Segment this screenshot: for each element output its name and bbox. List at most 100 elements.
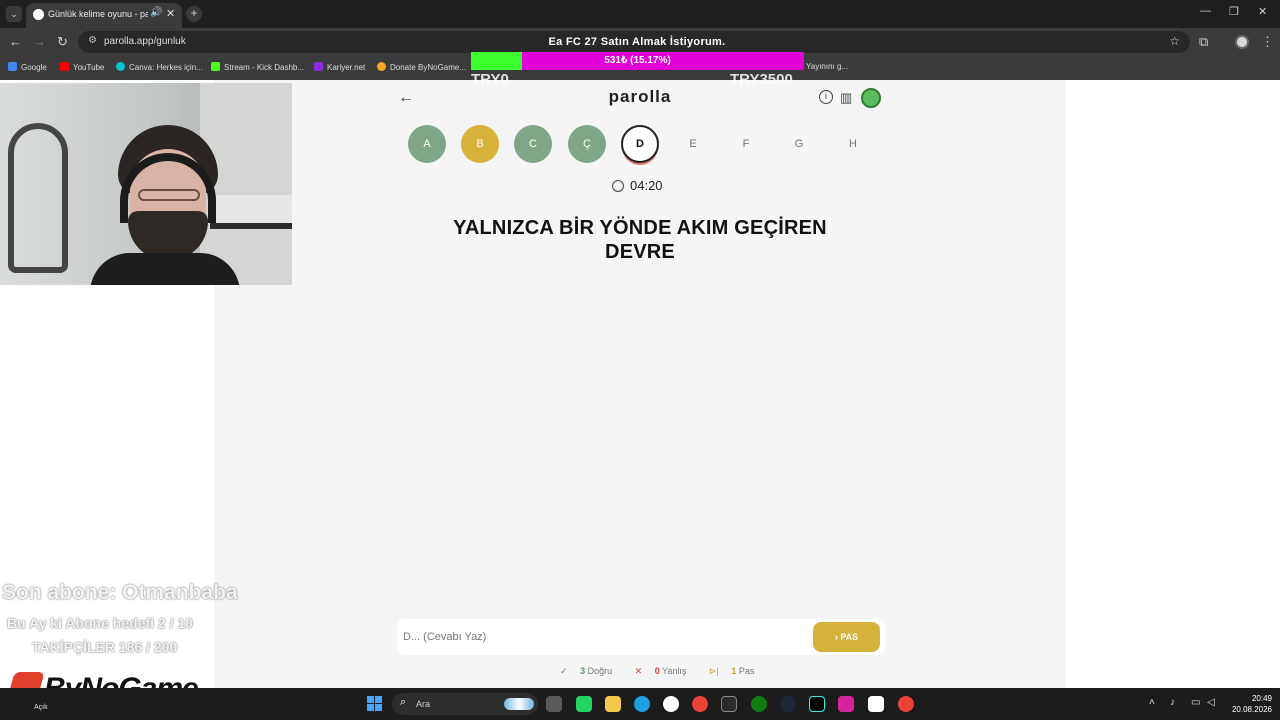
steam-icon[interactable]: [780, 696, 796, 712]
skip-icon: ⊳|: [708, 666, 719, 676]
game-back-arrow-icon[interactable]: ←: [398, 89, 414, 107]
chatgpt-icon[interactable]: [663, 696, 679, 712]
bookmark-star-icon[interactable]: ☆: [1169, 34, 1180, 48]
donation-goal-max: TRY3500: [730, 71, 793, 88]
canva-icon: [116, 62, 125, 71]
reload-icon[interactable]: ↻: [57, 34, 68, 50]
file-explorer-icon[interactable]: [605, 696, 621, 712]
edge-icon[interactable]: [634, 696, 650, 712]
microphone-icon[interactable]: ♪: [1170, 697, 1175, 708]
bookmark-google[interactable]: Google: [8, 62, 47, 72]
bookmark-canva[interactable]: Canva: Herkes için...: [116, 62, 203, 72]
xbox-icon[interactable]: [751, 696, 767, 712]
letter-d-current: D: [621, 125, 659, 163]
question-line-2: DEVRE: [605, 241, 675, 263]
question-text: YALNIZCA BİR YÖNDE AKIM GEÇİREN DEVRE: [420, 216, 860, 264]
profile-avatar[interactable]: [1235, 35, 1249, 49]
browser-tab[interactable]: Günlük kelime oyunu - parolla 🔊 ✕: [26, 3, 182, 28]
kariyer-icon: [314, 62, 323, 71]
tray-chevron-icon[interactable]: ˄: [1149, 697, 1155, 708]
taskbar-clock[interactable]: 20:49 20.08.2026: [1226, 693, 1272, 715]
taskbar-search[interactable]: ⌕ Ara: [392, 693, 538, 715]
minimize-icon[interactable]: —: [1200, 5, 1211, 17]
youtube-icon: [60, 62, 69, 71]
task-view-icon[interactable]: [546, 696, 562, 712]
letter-c-cedilla: Ç: [568, 125, 606, 163]
chrome-active-icon[interactable]: [898, 696, 914, 712]
letter-h: H: [849, 138, 857, 150]
forward-icon[interactable]: →: [33, 34, 46, 49]
clock-time: 20:49: [1251, 694, 1272, 703]
tab-audio-icon[interactable]: 🔊: [150, 7, 162, 18]
wrong-stat: ✕ 0 Yanlış: [634, 666, 687, 676]
info-icon[interactable]: i: [819, 90, 833, 104]
clock-date: 20.08.2026: [1231, 705, 1272, 714]
score-stats: ✓ 3 Doğru ✕ 0 Yanlış ⊳| 1 Pas: [560, 666, 774, 677]
stats-chart-icon[interactable]: ▥: [840, 90, 852, 106]
new-tab-plus-icon[interactable]: +: [186, 6, 202, 22]
bookmark-kick[interactable]: Stream - Kick Dashb...: [211, 62, 304, 72]
start-windows-icon[interactable]: [367, 696, 383, 712]
pas-button[interactable]: › PAS: [813, 622, 880, 652]
user-avatar[interactable]: [861, 88, 881, 108]
bookmark-yayin[interactable]: Yayınını g...: [806, 62, 848, 71]
search-icon: ⌕: [400, 696, 407, 708]
bookmark-youtube[interactable]: YouTube: [60, 62, 104, 72]
letter-g: G: [794, 138, 804, 150]
tab-strip: ⌄ Günlük kelime oyunu - parolla 🔊 ✕ + — …: [0, 0, 1280, 28]
instagram-icon[interactable]: [838, 696, 854, 712]
epic-games-icon[interactable]: [721, 696, 737, 712]
answer-input[interactable]: [403, 625, 803, 649]
subscriber-goal: Bu Ay ki Abone hedefi 2 / 10: [7, 615, 193, 631]
kick-icon: [211, 62, 220, 71]
question-line-1: YALNIZCA BİR YÖNDE AKIM GEÇİREN: [453, 217, 827, 239]
url-text[interactable]: parolla.app/gunluk: [104, 36, 186, 47]
donation-goal-bar: 531₺ (15.17%): [471, 52, 804, 70]
clock-icon: [612, 180, 624, 192]
capcut-icon[interactable]: [868, 696, 884, 712]
correct-stat: ✓ 3 Doğru: [560, 666, 613, 676]
weather-widget[interactable]: Açık: [34, 704, 48, 711]
page-right-margin: [1066, 80, 1280, 688]
tiktok-icon[interactable]: [809, 696, 825, 712]
cross-icon: ✕: [634, 666, 643, 676]
restore-icon[interactable]: ❐: [1229, 5, 1239, 18]
timer-value: 04:20: [630, 178, 663, 193]
chrome-icon[interactable]: [692, 696, 708, 712]
timer: 04:20: [612, 178, 663, 193]
bookmark-donate[interactable]: Donate ByNoGame...: [377, 62, 466, 72]
parolla-logo[interactable]: parolla: [540, 87, 740, 107]
webcam-feed: [0, 83, 292, 285]
donate-icon: [377, 62, 386, 71]
donation-goal-min: TRY0: [471, 71, 509, 88]
site-info-icon[interactable]: ⚙: [88, 35, 97, 46]
letter-b: B: [461, 125, 499, 163]
tab-title: Günlük kelime oyunu - parolla: [48, 9, 148, 19]
letter-f: F: [742, 138, 750, 150]
check-icon: ✓: [560, 666, 568, 676]
windows-taskbar: Açık ⌕ Ara ˄ ♪ ▭ ◁ 20:49 20.08.2026: [0, 688, 1280, 720]
pass-stat: ⊳| 1 Pas: [708, 666, 755, 676]
letter-e: E: [689, 138, 697, 150]
extensions-icon[interactable]: ⧉: [1199, 34, 1208, 50]
chevron-right-icon: ›: [834, 632, 838, 642]
follower-count: TAKİPÇİLER 186 / 200: [32, 639, 178, 655]
letter-a: A: [408, 125, 446, 163]
donation-goal-progress: 531₺ (15.17%): [604, 55, 671, 66]
google-icon: [8, 62, 17, 71]
tab-search-chevron-icon[interactable]: ⌄: [6, 6, 22, 22]
whatsapp-icon[interactable]: [576, 696, 592, 712]
back-icon[interactable]: ←: [9, 34, 22, 49]
network-icon[interactable]: ▭: [1191, 697, 1200, 708]
tab-close-icon[interactable]: ✕: [166, 7, 175, 20]
taskbar-search-placeholder: Ara: [416, 699, 431, 709]
window-close-icon[interactable]: ✕: [1258, 5, 1267, 18]
tab-favicon-icon: [33, 9, 44, 20]
volume-icon[interactable]: ◁: [1207, 697, 1215, 708]
letter-c: C: [514, 125, 552, 163]
bookmark-kariyer[interactable]: Kariyer.net: [314, 62, 365, 72]
browser-menu-icon[interactable]: ⋮: [1261, 34, 1274, 50]
donation-goal-title: Ea FC 27 Satın Almak İstiyorum.: [548, 36, 726, 48]
last-subscriber: Son abone: Otmanbaba: [2, 581, 238, 604]
search-highlight-image: [504, 698, 534, 710]
